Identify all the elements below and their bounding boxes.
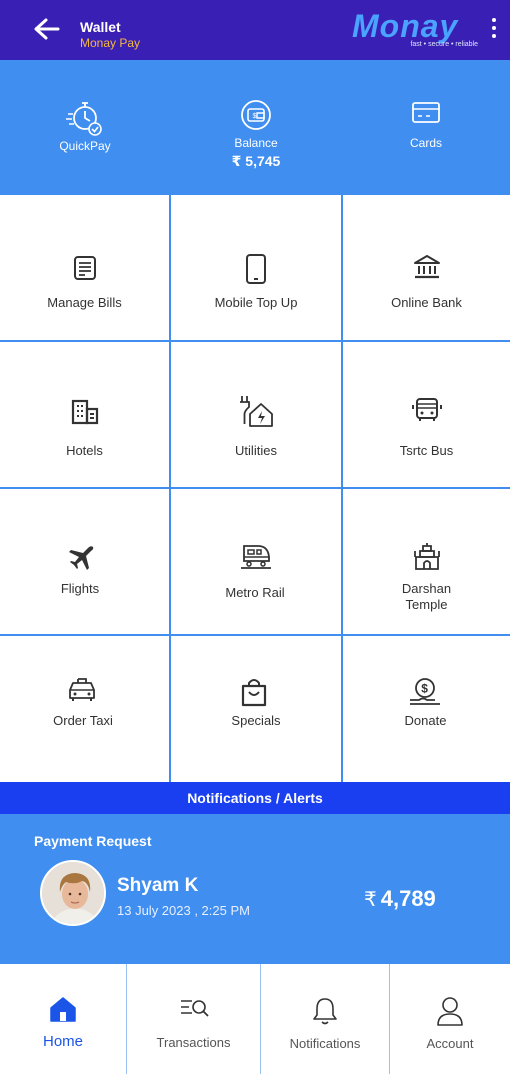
- donate-coin-hand-icon: $: [409, 678, 440, 705]
- back-arrow-icon[interactable]: [30, 14, 64, 44]
- transactions-search-icon: [180, 1000, 209, 1017]
- request-amount-value: 4,789: [380, 886, 436, 911]
- service-label: Tsrtc Bus: [399, 443, 454, 458]
- service-order-taxi[interactable]: Order Taxi: [0, 636, 169, 782]
- nav-transactions-label: Transactions: [156, 1035, 231, 1050]
- svg-text:$: $: [421, 682, 428, 696]
- temple-icon: [413, 543, 440, 570]
- request-amount: ₹4,789: [364, 886, 436, 912]
- service-label: Darshan: [401, 581, 452, 596]
- mobile-phone-icon: [246, 254, 266, 284]
- service-metro-rail[interactable]: Metro Rail: [171, 489, 341, 634]
- service-label: Metro Rail: [225, 585, 285, 600]
- utilities-house-plug-icon: [240, 396, 273, 427]
- quickpay-icon: [66, 102, 102, 136]
- nav-account-label: Account: [426, 1036, 474, 1051]
- nav-account[interactable]: Account: [390, 964, 510, 1074]
- payment-request-card[interactable]: Payment Request Shyam K 13 July 2023 , 2…: [0, 814, 510, 964]
- metro-train-icon: [241, 545, 271, 569]
- balance-button[interactable]: $ Balance ₹ 5,745: [170, 60, 342, 194]
- avatar: [40, 860, 106, 926]
- service-label: Specials: [231, 713, 281, 728]
- service-utilities[interactable]: Utilities: [171, 342, 341, 487]
- svg-text:$: $: [253, 113, 257, 120]
- card-icon: [412, 102, 440, 123]
- user-photo-icon: [42, 862, 104, 924]
- bus-icon: [411, 398, 442, 421]
- nav-transactions[interactable]: Transactions: [127, 964, 260, 1074]
- brand-tagline: fast • secure • reliable: [410, 41, 478, 48]
- service-donate[interactable]: $ Donate: [343, 636, 510, 782]
- bottom-navigation: Home Transactions Notifications Account: [0, 964, 510, 1074]
- page-subtitle: Monay Pay: [80, 36, 141, 50]
- requester-name: Shyam K: [117, 875, 199, 896]
- service-label: Manage Bills: [47, 295, 122, 310]
- service-specials[interactable]: Specials: [171, 636, 341, 782]
- quickpay-label: QuickPay: [59, 139, 111, 153]
- user-icon: [437, 997, 463, 1026]
- quickpay-button[interactable]: QuickPay: [0, 60, 170, 194]
- brand-name: Monay: [352, 8, 459, 44]
- service-label: Utilities: [235, 443, 277, 458]
- service-manage-bills[interactable]: Manage Bills: [0, 195, 169, 340]
- service-label: Donate: [404, 713, 447, 728]
- bank-icon: [413, 255, 440, 279]
- rupee-symbol: ₹: [364, 889, 377, 911]
- taxi-icon: [68, 678, 95, 701]
- bill-receipt-icon: [73, 256, 96, 280]
- cards-label: Cards: [409, 136, 442, 150]
- nav-notifications-label: Notifications: [289, 1036, 361, 1051]
- service-label: Hotels: [66, 443, 103, 458]
- service-tsrtc-bus[interactable]: Tsrtc Bus: [343, 342, 510, 487]
- wallet-balance-icon: $: [241, 100, 271, 130]
- bell-icon: [313, 998, 337, 1025]
- service-label: Flights: [60, 581, 100, 596]
- request-datetime: 13 July 2023 , 2:25 PM: [117, 903, 250, 918]
- service-online-bank[interactable]: Online Bank: [343, 195, 510, 340]
- service-label: Order Taxi: [53, 713, 113, 728]
- home-icon: [50, 997, 76, 1022]
- nav-home[interactable]: Home: [0, 964, 126, 1074]
- service-label-line2: Temple: [405, 597, 448, 612]
- notifications-alerts-bar[interactable]: Notifications / Alerts: [0, 782, 510, 814]
- nav-home-label: Home: [42, 1033, 83, 1050]
- service-label: Mobile Top Up: [214, 295, 298, 310]
- cards-button[interactable]: Cards: [342, 60, 510, 194]
- more-options-icon[interactable]: [488, 16, 500, 40]
- shopping-bag-icon: [241, 679, 267, 707]
- nav-notifications[interactable]: Notifications: [261, 964, 389, 1074]
- balance-amount: ₹ 5,745: [231, 153, 281, 169]
- page-title: Wallet: [80, 19, 121, 35]
- service-darshan-temple[interactable]: Darshan Temple: [343, 489, 510, 634]
- service-mobile-top-up[interactable]: Mobile Top Up: [171, 195, 341, 340]
- services-grid: Manage Bills Mobile Top Up Online Bank H…: [0, 194, 510, 782]
- wallet-summary-band: QuickPay $ Balance ₹ 5,745 Cards: [0, 60, 510, 194]
- service-flights[interactable]: Flights: [0, 489, 169, 634]
- service-hotels[interactable]: Hotels: [0, 342, 169, 487]
- airplane-icon: [68, 546, 93, 570]
- service-label: Online Bank: [391, 295, 462, 310]
- brand-logo: Monay fast • secure • reliable: [352, 9, 480, 49]
- payment-request-title: Payment Request: [34, 833, 152, 849]
- hotel-building-icon: [71, 399, 98, 425]
- app-header: Wallet Monay Pay Monay fast • secure • r…: [0, 0, 510, 60]
- balance-label: Balance: [234, 136, 278, 150]
